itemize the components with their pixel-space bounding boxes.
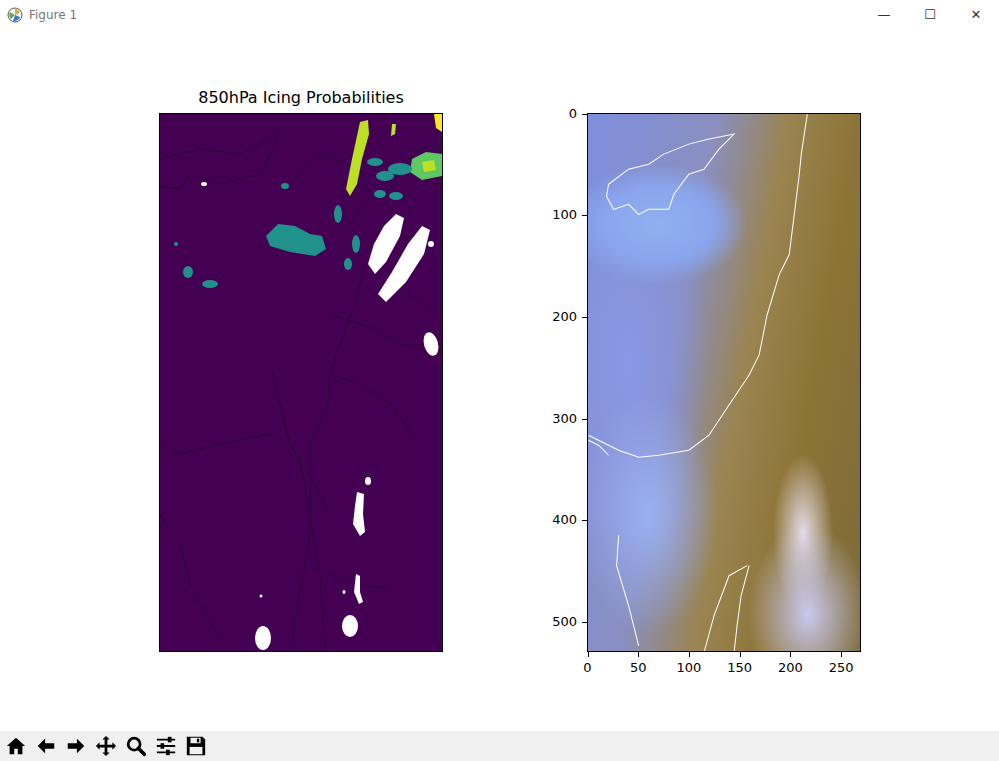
icing-map[interactable]	[159, 113, 443, 652]
figure-canvas: 850hPa Icing Probabilities	[0, 29, 999, 731]
right-arrow-icon	[65, 735, 87, 757]
title-bar: Figure 1 —☐✕	[0, 0, 999, 29]
x-tick-mark	[689, 652, 690, 657]
left-plot: 850hPa Icing Probabilities	[159, 88, 443, 652]
y-tick-label: 100	[552, 207, 577, 223]
satellite-image[interactable]	[587, 113, 861, 652]
toolbar	[0, 731, 999, 761]
x-tick-label: 150	[727, 660, 752, 676]
x-tick-mark	[588, 652, 589, 657]
x-tick-label: 200	[778, 660, 803, 676]
home-icon	[5, 735, 27, 757]
floppy-disk-icon	[185, 735, 207, 757]
y-axis: 0100200300400500	[555, 113, 587, 652]
home-button[interactable]	[4, 734, 28, 758]
pan-button[interactable]	[94, 734, 118, 758]
close-button[interactable]: ✕	[953, 0, 999, 29]
figure-window: Figure 1 —☐✕ 850hPa Icing Probabilities	[0, 0, 999, 761]
save-button[interactable]	[184, 734, 208, 758]
window-controls: —☐✕	[861, 0, 999, 29]
zoom-button[interactable]	[124, 734, 148, 758]
right-plot: 0100200300400500 05010015020025	[555, 113, 861, 682]
plot-title: 850hPa Icing Probabilities	[159, 88, 443, 113]
x-tick-mark	[841, 652, 842, 657]
x-tick-label: 50	[630, 660, 647, 676]
left-arrow-icon	[35, 735, 57, 757]
y-tick-label: 500	[552, 614, 577, 630]
minimize-button[interactable]: —	[861, 0, 907, 29]
sliders-icon	[155, 735, 177, 757]
back-button[interactable]	[34, 734, 58, 758]
x-tick-mark	[790, 652, 791, 657]
move-icon	[95, 735, 117, 757]
magnifier-icon	[125, 735, 147, 757]
y-tick-label: 0	[569, 106, 577, 122]
matplotlib-logo-icon	[7, 7, 23, 23]
coastline-overlay	[588, 114, 861, 652]
x-axis: 050100150200250	[587, 652, 861, 682]
x-tick-label: 0	[583, 660, 591, 676]
x-tick-mark	[740, 652, 741, 657]
window-title: Figure 1	[29, 9, 77, 21]
y-tick-label: 400	[552, 512, 577, 528]
y-tick-label: 300	[552, 411, 577, 427]
x-tick-label: 100	[677, 660, 702, 676]
x-tick-mark	[638, 652, 639, 657]
y-tick-label: 200	[552, 309, 577, 325]
maximize-button[interactable]: ☐	[907, 0, 953, 29]
configure-button[interactable]	[154, 734, 178, 758]
forward-button[interactable]	[64, 734, 88, 758]
x-tick-label: 250	[829, 660, 854, 676]
